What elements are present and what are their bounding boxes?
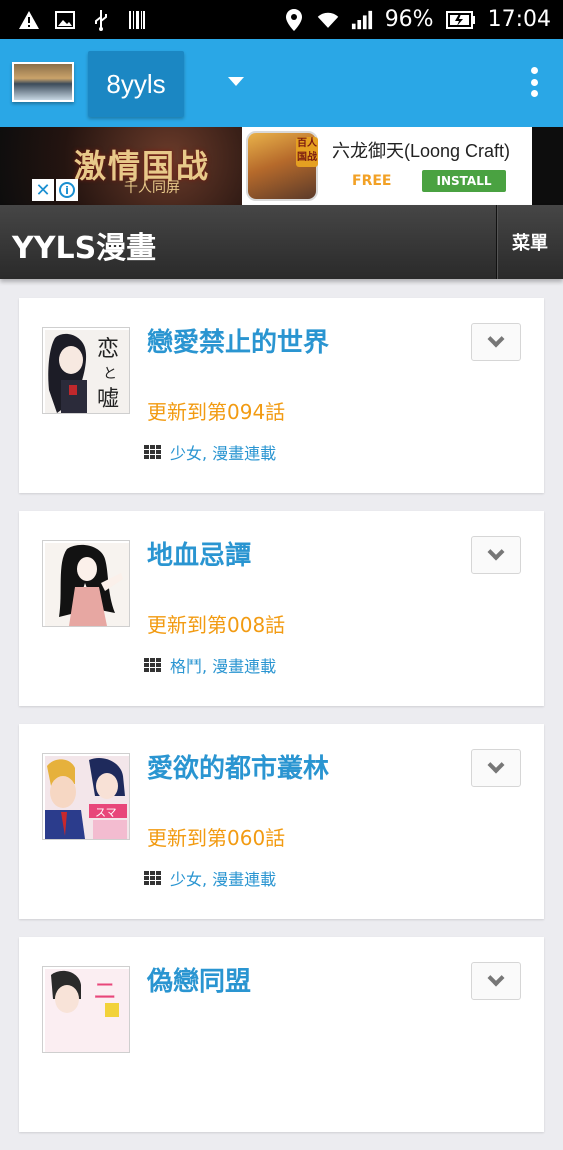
page-header: YYLS漫畫 菜單: [0, 205, 563, 279]
comic-title[interactable]: 地血忌譚: [147, 535, 251, 572]
ad-info-icon[interactable]: i: [56, 179, 78, 201]
comic-list: 恋 と 嘘 戀愛禁止的世界 更新到第094話 少女, 漫畫連載 地血忌譚 更新到…: [19, 298, 544, 1150]
wifi-icon: [317, 9, 339, 31]
site-switcher-button[interactable]: 8yyls: [88, 51, 184, 117]
barcode-icon: [126, 9, 148, 31]
grid-icon: [144, 871, 162, 885]
comic-update[interactable]: 更新到第008話: [147, 609, 285, 638]
svg-text:と: と: [103, 366, 117, 382]
clock: 17:04: [487, 7, 551, 32]
chevron-down-icon: [487, 330, 505, 348]
ad-install-button[interactable]: INSTALL: [422, 170, 506, 192]
chevron-down-icon: [487, 756, 505, 774]
comic-title[interactable]: 戀愛禁止的世界: [147, 322, 329, 359]
svg-text:恋: 恋: [97, 337, 119, 362]
signal-icon: [351, 9, 373, 31]
grid-icon: [144, 445, 162, 459]
svg-text:ニ: ニ: [93, 977, 117, 1005]
cover-image: 恋 と 嘘: [45, 330, 129, 413]
ad-app-icon[interactable]: 百人 国战: [246, 131, 318, 201]
chevron-down-icon: [487, 543, 505, 561]
battery-percent: 96%: [384, 7, 434, 32]
comic-update[interactable]: 更新到第060話: [147, 822, 285, 851]
comic-title[interactable]: 偽戀同盟: [147, 961, 251, 998]
expand-toggle[interactable]: [471, 962, 521, 1000]
page-title: YYLS漫畫: [12, 231, 157, 266]
site-thumbnail[interactable]: [12, 62, 74, 102]
comic-tags-text[interactable]: 格鬥, 漫畫連載: [170, 653, 276, 677]
grid-icon: [144, 658, 162, 672]
image-icon: [54, 9, 76, 31]
comic-cover[interactable]: ニ: [42, 966, 130, 1053]
comic-tags-text[interactable]: 少女, 漫畫連載: [170, 440, 276, 464]
comic-tags: 少女, 漫畫連載: [144, 866, 276, 890]
svg-text:嘘: 嘘: [97, 387, 119, 412]
ad-banner[interactable]: 激情国战 千人同屏 ✕ i 百人 国战 六龙御天(Loong Craft) FR…: [0, 127, 563, 205]
ad-art-subtitle: 千人同屏: [124, 180, 180, 196]
expand-toggle[interactable]: [471, 749, 521, 787]
ad-panel[interactable]: 百人 国战 六龙御天(Loong Craft) FREE INSTALL: [242, 127, 532, 205]
list-item[interactable]: ニ 偽戀同盟: [19, 937, 544, 1132]
comic-tags-text[interactable]: 少女, 漫畫連載: [170, 866, 276, 890]
comic-cover[interactable]: 恋 と 嘘: [42, 327, 130, 414]
ad-free-label: FREE: [352, 173, 392, 189]
comic-cover[interactable]: [42, 540, 130, 627]
cover-image: スマ: [45, 756, 129, 839]
usb-icon: [90, 9, 112, 31]
ad-app-name[interactable]: 六龙御天(Loong Craft): [332, 137, 510, 163]
dropdown-caret-icon[interactable]: [228, 77, 244, 86]
list-item[interactable]: 恋 と 嘘 戀愛禁止的世界 更新到第094話 少女, 漫畫連載: [19, 298, 544, 493]
comic-update[interactable]: 更新到第094話: [147, 396, 285, 425]
ad-close-icon[interactable]: ✕: [32, 179, 54, 201]
list-item[interactable]: スマ 愛欲的都市叢林 更新到第060話 少女, 漫畫連載: [19, 724, 544, 919]
app-bar: 8yyls: [0, 39, 563, 127]
ad-edge: [532, 127, 563, 205]
battery-icon: [445, 9, 476, 31]
expand-toggle[interactable]: [471, 323, 521, 361]
cover-image: [45, 543, 129, 626]
location-icon: [283, 8, 305, 31]
overflow-menu-icon[interactable]: [531, 67, 539, 97]
comic-tags: 格鬥, 漫畫連載: [144, 653, 276, 677]
list-item[interactable]: 地血忌譚 更新到第008話 格鬥, 漫畫連載: [19, 511, 544, 706]
status-bar: 96% 17:04: [0, 0, 563, 39]
ad-app-icon-badge: 百人 国战: [296, 137, 318, 167]
expand-toggle[interactable]: [471, 536, 521, 574]
cover-image: ニ: [45, 969, 129, 1052]
comic-title[interactable]: 愛欲的都市叢林: [147, 748, 329, 785]
chevron-down-icon: [487, 969, 505, 987]
menu-button[interactable]: 菜單: [496, 205, 563, 279]
warning-icon: [18, 9, 40, 31]
comic-tags: 少女, 漫畫連載: [144, 440, 276, 464]
svg-text:スマ: スマ: [95, 806, 117, 819]
comic-cover[interactable]: スマ: [42, 753, 130, 840]
